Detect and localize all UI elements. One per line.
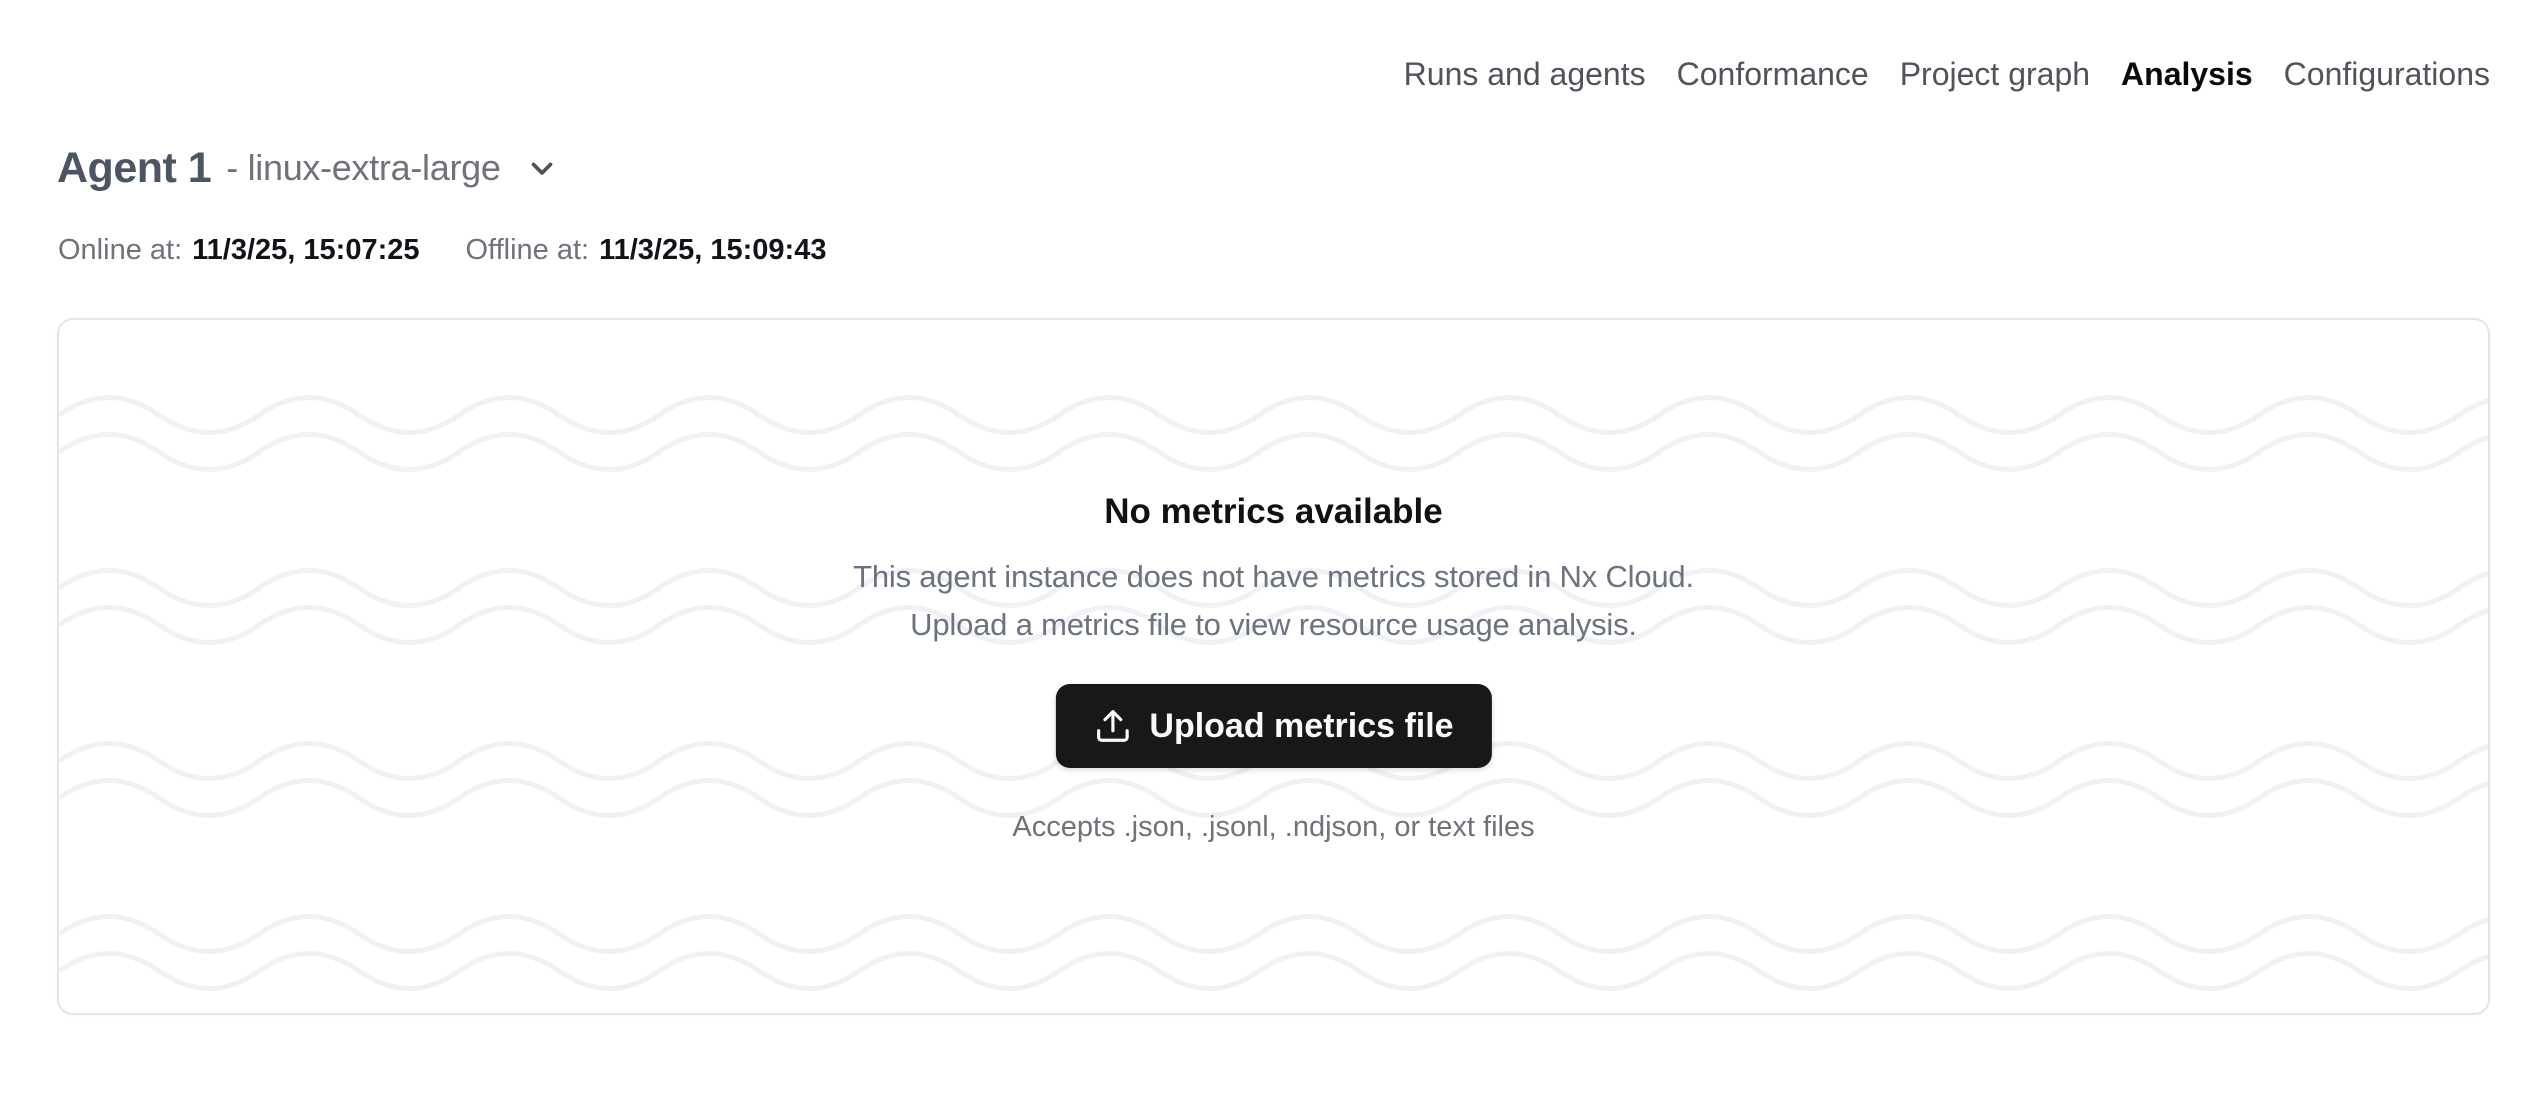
agent-selector[interactable]: Agent 1 - linux-extra-large [57,142,559,194]
offline-at-label: Offline at: [466,232,590,268]
agent-variant-label: - linux-extra-large [226,147,500,189]
online-at-label: Online at: [58,232,182,268]
nav-item-analysis[interactable]: Analysis [2121,56,2253,92]
offline-at: Offline at: 11/3/25, 15:09:43 [466,232,827,268]
upload-button-label: Upload metrics file [1149,707,1453,746]
nav-item-configurations[interactable]: Configurations [2284,56,2490,92]
agent-status-row: Online at: 11/3/25, 15:07:25 Offline at:… [58,232,826,268]
nav-item-runs-and-agents[interactable]: Runs and agents [1404,56,1646,92]
metrics-empty-state-card: No metrics available This agent instance… [57,318,2490,1015]
wave-pattern [59,320,2488,1013]
upload-metrics-file-button[interactable]: Upload metrics file [1055,684,1491,768]
nav-item-conformance[interactable]: Conformance [1677,56,1869,92]
accepted-file-types-note: Accepts .json, .jsonl, .ndjson, or text … [59,809,2488,845]
empty-state-description-line1: This agent instance does not have metric… [59,553,2488,601]
empty-state-description: This agent instance does not have metric… [59,553,2488,649]
online-at-value: 11/3/25, 15:07:25 [192,232,419,268]
chevron-down-icon[interactable] [525,151,559,185]
nav-item-project-graph[interactable]: Project graph [1900,56,2090,92]
offline-at-value: 11/3/25, 15:09:43 [599,232,826,268]
agent-analysis-page: Runs and agents Conformance Project grap… [0,0,2546,1112]
empty-state-description-line2: Upload a metrics file to view resource u… [59,601,2488,649]
page-title: Agent 1 [57,144,211,193]
empty-state-title: No metrics available [59,490,2488,534]
upload-icon [1093,707,1131,745]
top-nav: Runs and agents Conformance Project grap… [1404,56,2490,92]
online-at: Online at: 11/3/25, 15:07:25 [58,232,420,268]
